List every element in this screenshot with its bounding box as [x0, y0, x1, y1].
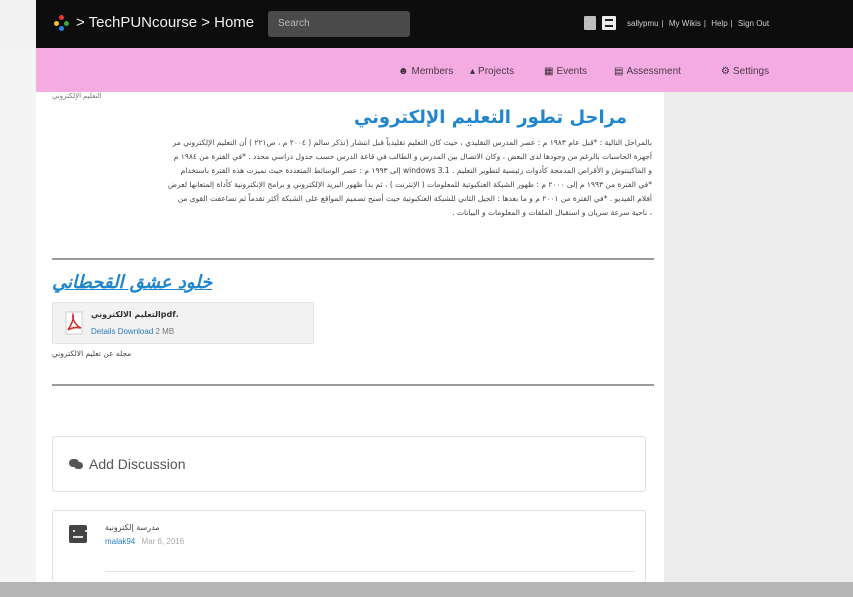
brand-text: > TechPUNcourse > Home — [76, 14, 255, 31]
profile-icon[interactable] — [602, 16, 616, 30]
attachment-name: .pdfالتعليم الالكتروني — [91, 310, 179, 319]
my-wikis-link[interactable]: My Wikis — [669, 19, 701, 28]
attachment-card: .pdfالتعليم الالكتروني Details Download … — [52, 302, 314, 344]
nav-projects[interactable]: ▴ Projects — [470, 66, 514, 77]
discussion-post: مدرسة إلكترونية malak94 Mar 6, 2016 — [52, 510, 646, 582]
details-link[interactable]: Details — [91, 327, 115, 336]
left-gutter — [0, 48, 36, 582]
post-meta: malak94 Mar 6, 2016 — [105, 537, 184, 546]
username-link[interactable]: sallypmu — [627, 19, 659, 28]
window-bottom-edge — [0, 582, 853, 597]
assessment-icon: ▤ — [614, 66, 624, 77]
divider — [105, 571, 635, 572]
article-line: أفلام الفيديو . *في الفترة من ٢٠٠١ م و م… — [177, 194, 652, 203]
nav-events-label: Events — [556, 66, 588, 77]
add-discussion-text: Add Discussion — [89, 456, 186, 472]
nav-events[interactable]: ▦ Events — [544, 66, 587, 77]
breadcrumb: التعليم الإلكتروني — [52, 93, 102, 100]
avatar — [69, 525, 87, 543]
download-link[interactable]: Download — [118, 327, 154, 336]
nav-bar: ☻ Members ▴ Projects ▦ Events ▤ Assessme… — [36, 48, 853, 92]
notifications-icon[interactable] — [584, 16, 596, 30]
article-body: بالمراحل التالية : *قبل عام ١٩٨٣ م : عصر… — [52, 136, 652, 220]
add-discussion-label: Add Discussion — [69, 456, 186, 472]
projects-icon: ▴ — [470, 66, 476, 77]
post-title[interactable]: مدرسة إلكترونية — [105, 523, 160, 532]
nav-settings[interactable]: ⚙ Settings — [721, 66, 769, 77]
chat-icon — [69, 458, 83, 470]
nav-projects-label: Projects — [478, 66, 515, 77]
help-link[interactable]: Help — [711, 19, 727, 28]
author-heading-link[interactable]: خلود عشق القحطاني — [52, 272, 272, 293]
nav-members-label: Members — [411, 66, 454, 77]
post-date: Mar 6, 2016 — [141, 537, 185, 546]
sidebar — [664, 92, 853, 582]
file-size: 2 MB — [155, 327, 175, 336]
brand-link[interactable]: > TechPUNcourse > Home — [54, 14, 254, 31]
events-icon: ▦ — [544, 66, 554, 77]
post-author-link[interactable]: malak94 — [105, 537, 135, 546]
article-line: بالمراحل التالية : *قبل عام ١٩٨٣ م : عصر… — [172, 138, 652, 147]
article-line: *في الفترة من ١٩٩٣ م إلى ٢٠٠٠ م : ظهور ا… — [167, 180, 652, 189]
page-heading: مراحل تطور التعليم الإلكتروني — [353, 107, 627, 128]
divider — [52, 258, 654, 260]
logo-icon — [54, 14, 70, 31]
members-icon: ☻ — [398, 66, 409, 77]
top-bar: > TechPUNcourse > Home Search sallypmu | … — [0, 0, 853, 48]
attachment-actions: Details Download 2 MB — [91, 327, 174, 336]
article-line: ، ناحية سرعة سريان و استقبال الملفات و ا… — [452, 208, 652, 217]
attachment-description: مجله عن تعليم الالكتروني — [52, 349, 132, 358]
article-line: و الماكينتوش و الأقراص المدمجة كأدوات رئ… — [180, 166, 652, 175]
settings-icon: ⚙ — [721, 66, 730, 77]
article-line: أجهزة الحاسبات بالرغم من وجودها لدى البع… — [173, 152, 652, 161]
user-links: sallypmu | My Wikis | Help | Sign Out — [627, 19, 770, 28]
add-discussion-button[interactable]: Add Discussion — [52, 436, 646, 492]
search-input[interactable]: Search — [268, 11, 410, 37]
pdf-icon — [65, 311, 83, 335]
nav-members[interactable]: ☻ Members — [398, 66, 453, 77]
nav-settings-label: Settings — [732, 66, 770, 77]
divider — [52, 384, 654, 386]
sign-out-link[interactable]: Sign Out — [738, 19, 769, 28]
nav-assessment-label: Assessment — [626, 66, 681, 77]
nav-assessment[interactable]: ▤ Assessment — [614, 66, 681, 77]
